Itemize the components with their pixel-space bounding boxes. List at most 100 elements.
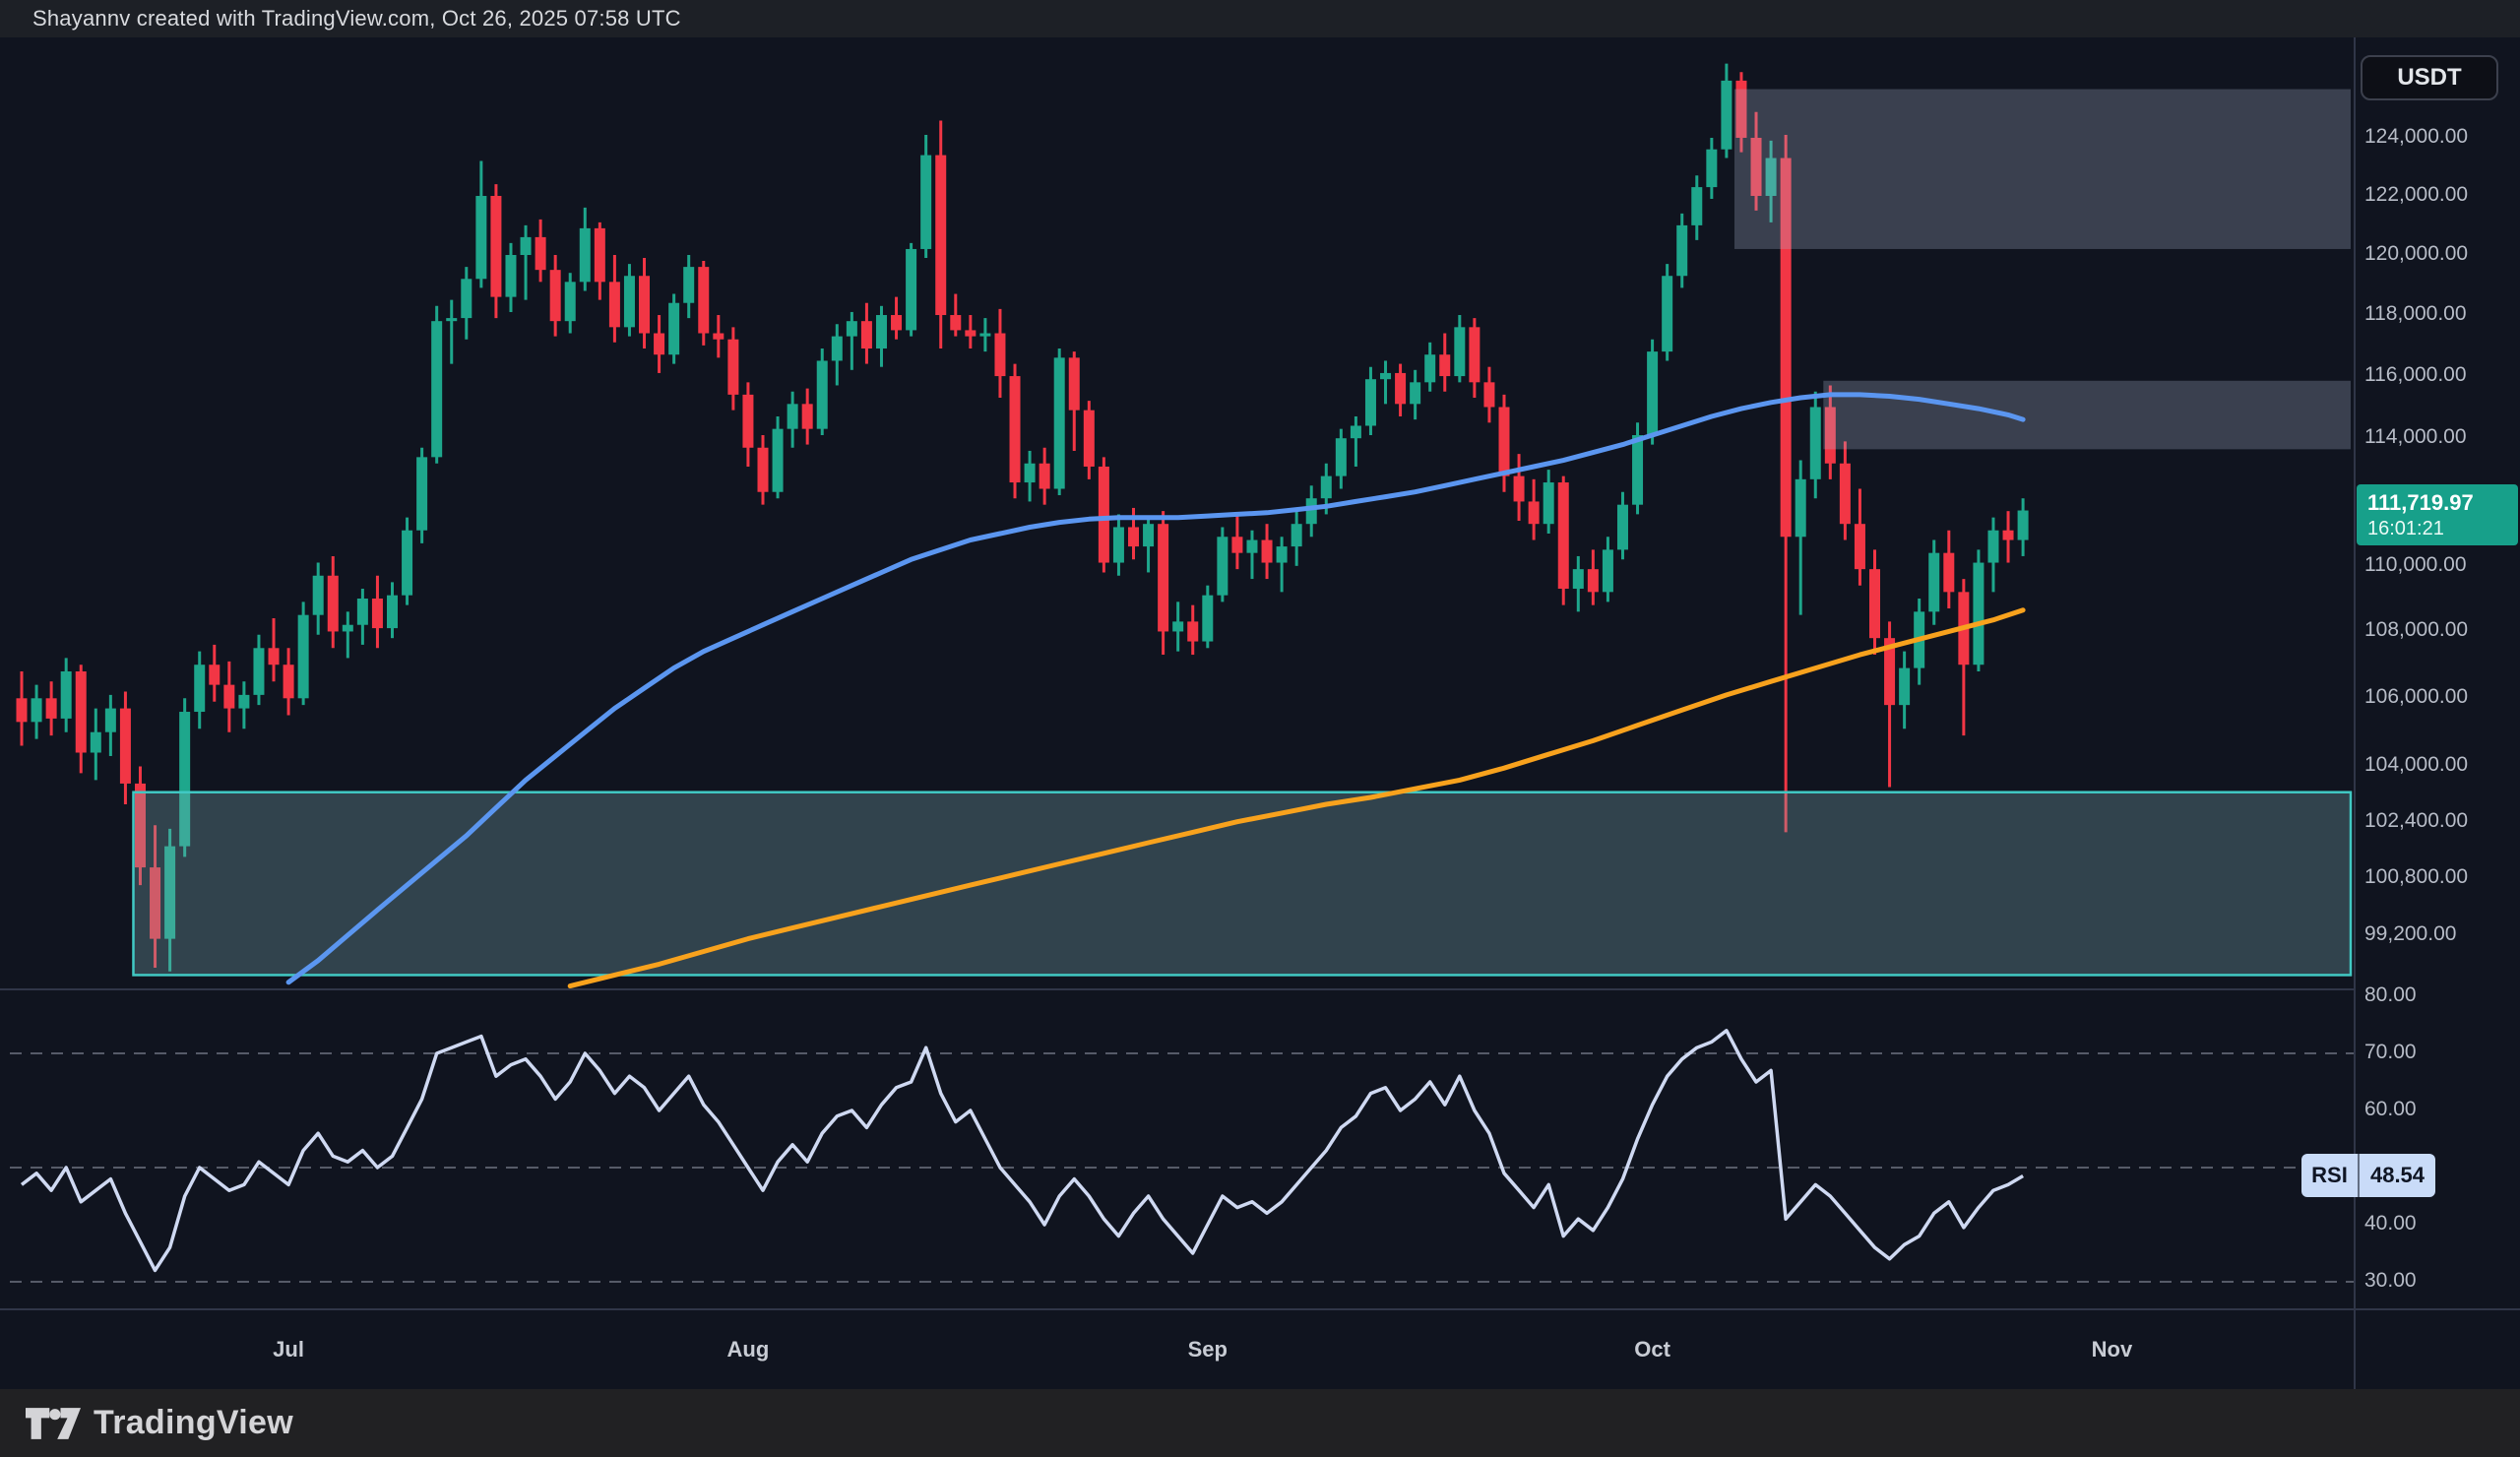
candle [847,321,857,336]
candle [343,625,353,632]
candlestick-chart[interactable] [0,0,2520,1457]
candle [475,196,486,279]
last-price-badge: 111,719.97 16:01:21 [2357,484,2518,545]
candle [105,709,116,732]
candle [1928,553,1939,612]
rsi-label: RSI [2301,1154,2358,1197]
candle [698,267,709,333]
candle [372,599,383,628]
candle [1469,327,1480,382]
candle [431,321,442,457]
candle [1796,479,1806,537]
candle [1365,379,1376,425]
candle [654,334,664,355]
candle [46,698,57,719]
candle [269,648,280,665]
candle [1010,376,1021,482]
candle [550,270,561,321]
tradingview-logo-icon[interactable] [26,1407,81,1440]
candle [402,531,412,596]
candle [1617,505,1628,550]
candle [416,457,427,530]
candle [965,330,976,336]
candle [223,685,234,709]
candle [1187,621,1198,641]
candle [209,665,220,684]
candle [1810,407,1821,478]
candle [238,695,249,709]
candle [1721,81,1732,150]
candle [1231,537,1242,552]
candle [120,709,131,784]
candle [1943,553,1954,593]
candle [788,404,798,428]
candle [876,315,887,348]
candle [313,576,324,615]
candle [1380,373,1391,379]
bar-countdown: 16:01:21 [2367,517,2518,540]
candle [1987,531,1998,563]
candle [17,698,28,722]
candle [32,698,42,722]
candle [1647,351,1658,435]
candle [1084,411,1095,467]
candle [1099,467,1109,563]
candle [1069,357,1080,410]
candle [1143,524,1154,546]
candle [357,599,368,625]
candle [668,303,679,354]
candle [1246,540,1257,553]
candle [1306,498,1317,524]
candle [387,596,398,628]
candle [490,196,501,297]
tradingview-chart-screenshot: Shayannv created with TradingView.com, O… [0,0,2520,1457]
candle [446,318,457,321]
candle [639,276,650,333]
candle [1529,501,1540,524]
candle [1662,276,1672,351]
tradingview-wordmark[interactable]: TradingView [94,1404,293,1442]
rsi-value-badge: RSI 48.54 [2301,1154,2435,1197]
candle [1128,527,1139,546]
candle [861,321,872,348]
candle [595,228,605,282]
candle [1040,464,1050,489]
candle [1558,482,1569,589]
candle [61,671,72,719]
candle [1262,540,1273,563]
candle [298,615,309,699]
candle [1869,569,1880,638]
candle [758,448,769,492]
last-price: 111,719.97 [2367,489,2518,517]
candle [1336,438,1347,475]
supply-zone-mid [1823,381,2351,450]
candle [565,282,576,321]
candle [1202,596,1213,642]
candle [1054,357,1065,488]
candle [950,315,961,330]
candle [624,276,635,327]
candle [580,228,591,282]
candle [1454,327,1465,376]
candle [1632,435,1643,505]
candle [1855,524,1865,569]
candle [1172,621,1183,631]
candle [1410,382,1420,404]
candle [1483,382,1494,407]
candle [1899,668,1910,706]
candle [1514,476,1525,502]
candle [1973,563,1984,665]
candle [1588,569,1599,592]
candle [1025,464,1036,482]
candle [76,671,87,752]
candle [2003,531,2014,540]
candle [817,360,828,428]
candle [1676,225,1687,276]
rsi-line [22,1031,2023,1271]
candle [536,237,546,270]
rsi-value: 48.54 [2358,1154,2435,1197]
currency-toggle-button[interactable]: USDT [2361,55,2498,100]
candle [2018,511,2029,540]
candle [1840,464,1851,524]
candle [505,255,516,297]
